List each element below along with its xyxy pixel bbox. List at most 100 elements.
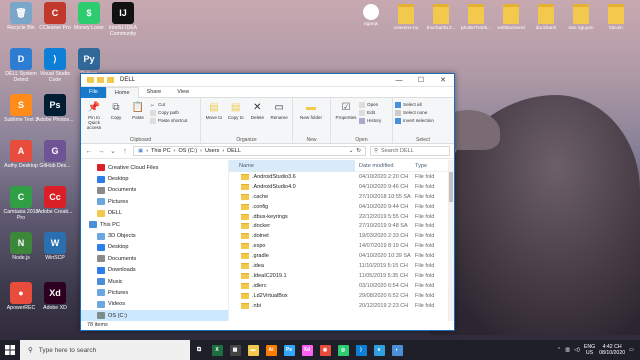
nav-tree-item[interactable]: Documents <box>81 185 228 196</box>
nav-tree-item[interactable]: Creative Cloud Files <box>81 162 228 173</box>
nav-tree-item[interactable]: Pictures <box>81 287 228 298</box>
file-row[interactable]: .cache 27/10/2018 10:55 SA File fold <box>229 192 454 202</box>
copy-button[interactable]: ⧉ Copy <box>105 101 127 121</box>
address-path[interactable]: ▣ › This PC › OS (C:) › Users › DELL ⌄ ↻ <box>133 146 366 156</box>
nav-tree-item[interactable]: Music <box>81 276 228 287</box>
taskbar-app-button[interactable]: ◐ <box>388 340 406 360</box>
breadcrumb-users[interactable]: Users <box>205 148 219 154</box>
file-row[interactable]: .Ld2VirtualBox 29/08/2020 6:52 CH File fol… <box>229 291 454 301</box>
nav-tree-item[interactable]: Documents <box>81 253 228 264</box>
nav-tree-item[interactable]: Videos <box>81 299 228 310</box>
new-folder-quick-icon[interactable] <box>107 77 114 83</box>
invert-selection-button[interactable]: Invert selection <box>395 117 434 125</box>
column-date[interactable]: Date modified <box>355 163 411 169</box>
desktop-folder[interactable]: webBackend <box>495 4 527 32</box>
paste-button[interactable]: 📋 Paste <box>127 101 149 121</box>
file-row[interactable]: .nbi 20/12/2019 2:23 CH File fold <box>229 301 454 311</box>
select-all-button[interactable]: Select all <box>395 101 434 109</box>
taskbar-app-button[interactable]: e <box>370 340 388 360</box>
search-box[interactable]: ⚲ Search DELL <box>370 146 450 156</box>
taskbar-app-button[interactable]: ◎ <box>334 340 352 360</box>
minimize-button[interactable]: — <box>388 74 410 87</box>
clock[interactable]: 4:42 CH 08/10/2020 <box>599 344 625 356</box>
desktop-folder[interactable]: nan nguyen <box>565 4 597 32</box>
taskbar-app-button[interactable]: Ps <box>280 340 298 360</box>
forward-arrow-icon[interactable]: → <box>97 148 105 155</box>
vertical-scrollbar[interactable] <box>448 160 454 321</box>
nav-tree-item[interactable]: DELL <box>81 208 228 219</box>
file-row[interactable]: .idlerc 03/10/2020 6:54 CH File fold <box>229 281 454 291</box>
desktop-folder[interactable]: bitcoin <box>600 4 632 32</box>
path-dropdown-icon[interactable]: ⌄ <box>349 148 354 154</box>
taskbar-app-button[interactable]: Ai <box>262 340 280 360</box>
taskbar-app-button[interactable]: Xd <box>298 340 316 360</box>
column-name[interactable]: Name <box>229 159 355 172</box>
open-button[interactable]: Open <box>359 101 381 109</box>
file-row[interactable]: .docker 27/10/2019 9:48 SA File fold <box>229 221 454 231</box>
desktop-icon[interactable]: Xd Adobe XD <box>36 282 74 311</box>
history-button[interactable]: History <box>359 117 381 125</box>
tray-chevron-icon[interactable]: ⌃ <box>557 347 561 353</box>
nav-tree-item[interactable]: This PC <box>81 219 228 230</box>
file-row[interactable]: .dotnet 19/03/2020 2:33 CH File fold <box>229 231 454 241</box>
back-arrow-icon[interactable]: ← <box>85 148 93 155</box>
recent-chevron-icon[interactable]: ⌄ <box>109 147 117 155</box>
desktop-icon[interactable]: C Camtasia 2018 Pro <box>2 186 40 221</box>
properties-button[interactable]: ☑ Properties <box>333 101 359 121</box>
file-row[interactable]: .dbus-keyrings 22/12/2019 5:55 CH File fol… <box>229 212 454 222</box>
volume-icon[interactable]: ◁) <box>574 347 580 353</box>
file-row[interactable]: .expo 14/07/2019 8:19 CH File fold <box>229 241 454 251</box>
select-none-button[interactable]: Select none <box>395 109 434 117</box>
task-view-button[interactable]: ⧉ <box>190 340 208 360</box>
taskbar-app-button[interactable]: X <box>208 340 226 360</box>
file-row[interactable]: .idea 11/10/2019 5:15 CH File fold <box>229 261 454 271</box>
scrollbar-thumb[interactable] <box>449 172 453 202</box>
new-folder-button[interactable]: ▬ New folder <box>295 101 327 121</box>
desktop-icon[interactable]: D DELL System Detect <box>2 48 40 83</box>
paste-shortcut-button[interactable]: Paste shortcut <box>150 117 187 125</box>
tab-home[interactable]: Home <box>105 86 139 98</box>
desktop-folder[interactable]: nganjs <box>355 4 387 28</box>
desktop-icon[interactable]: Cc Adobe Creati... <box>36 186 74 215</box>
rename-button[interactable]: ▭ Rename <box>268 101 290 121</box>
taskbar-search[interactable]: ⚲ Type here to search <box>20 340 190 360</box>
file-row[interactable]: .AndroidStudio4.0 04/10/2020 9:46 CH File … <box>229 182 454 192</box>
close-button[interactable]: ✕ <box>432 74 454 87</box>
start-button[interactable] <box>0 340 20 360</box>
edit-button[interactable]: Edit <box>359 109 381 117</box>
tab-file[interactable]: File <box>81 86 106 98</box>
file-row[interactable]: .IdeaIC2019.1 11/05/2019 5:35 CH File fold <box>229 271 454 281</box>
properties-quick-icon[interactable] <box>97 77 104 83</box>
desktop-icon[interactable]: G GitHub Des... <box>36 140 74 169</box>
desktop-icon[interactable]: A Authy Desktop <box>2 140 40 169</box>
file-row[interactable]: .AndroidStudio3.6 04/10/2020 2:20 CH File … <box>229 172 454 182</box>
maximize-button[interactable]: ☐ <box>410 74 432 87</box>
file-row[interactable]: .gradle 04/10/2020 10:39 SA File fold <box>229 251 454 261</box>
nav-tree-item[interactable]: 3D Objects <box>81 230 228 241</box>
taskbar-app-button[interactable]: ▦ <box>226 340 244 360</box>
copy-to-button[interactable]: ▤ Copy to <box>225 101 247 121</box>
desktop-icon[interactable]: $ Money Lover <box>70 2 108 31</box>
desktop-folder[interactable]: thuchanhLT... <box>425 4 457 32</box>
desktop-icon[interactable]: ● ApowerREC <box>2 282 40 311</box>
refresh-icon[interactable]: ↻ <box>356 148 361 154</box>
nav-tree-item[interactable]: Desktop <box>81 242 228 253</box>
taskbar-app-button[interactable]: ◉ <box>316 340 334 360</box>
desktop-icon[interactable]: IJ IntelliJ IDEA Community <box>104 2 142 37</box>
desktop-folder[interactable]: phuBeTrank... <box>460 4 492 32</box>
desktop-icon[interactable]: N Node.js <box>2 232 40 261</box>
desktop-icon[interactable]: C CCleaner Pro <box>36 2 74 31</box>
up-arrow-icon[interactable]: ↑ <box>121 148 129 155</box>
tab-share[interactable]: Share <box>139 87 170 98</box>
file-row[interactable]: .config 04/10/2020 9:44 CH File fold <box>229 202 454 212</box>
move-to-button[interactable]: ▤ Move to <box>203 101 225 121</box>
breadcrumb-this-pc[interactable]: This PC <box>151 148 171 154</box>
desktop-folder[interactable]: dia khanh <box>530 4 562 32</box>
breadcrumb-dell[interactable]: DELL <box>227 148 241 154</box>
taskbar-app-button[interactable]: ▬ <box>244 340 262 360</box>
pin-quick-access-button[interactable]: 📌 Pin to Quick access <box>83 101 105 131</box>
nav-tree-item[interactable]: Downloads <box>81 265 228 276</box>
language-indicator[interactable]: ENG US <box>584 344 595 356</box>
desktop-icon[interactable]: Ps Adobe Photos... <box>36 94 74 123</box>
breadcrumb-os-c[interactable]: OS (C:) <box>178 148 197 154</box>
